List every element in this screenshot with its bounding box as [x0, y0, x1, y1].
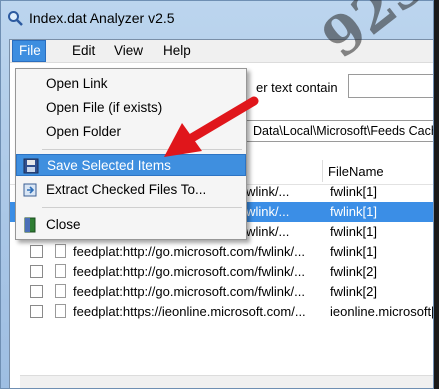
menu-view[interactable]: View — [114, 43, 143, 58]
column-header-filename[interactable]: FileName — [328, 164, 384, 179]
row-checkbox[interactable] — [30, 245, 43, 258]
menu-extract-checked[interactable]: Extract Checked Files To... — [16, 179, 246, 201]
floppy-disk-icon — [23, 158, 39, 174]
row-checkbox[interactable] — [30, 265, 43, 278]
row-checkbox[interactable] — [30, 305, 43, 318]
row-url: feedplat:http://go.microsoft.com/fwlink/… — [73, 264, 305, 279]
app-window: Index.dat Analyzer v2.5 File Edit View H… — [0, 0, 434, 389]
row-filename: fwlink[2] — [330, 264, 377, 279]
row-filename: ieonline.microsoft[1] — [330, 304, 433, 319]
filter-label: er text contain — [256, 80, 338, 95]
horizontal-scrollbar[interactable] — [20, 375, 433, 388]
row-filename: fwlink[2] — [330, 284, 377, 299]
document-icon — [55, 244, 66, 258]
magnifier-icon — [8, 11, 23, 26]
close-door-icon — [24, 217, 36, 233]
table-row[interactable]: feedplat:http://go.microsoft.com/fwlink/… — [10, 242, 433, 262]
table-row[interactable]: feedplat:http://go.microsoft.com/fwlink/… — [10, 262, 433, 282]
menu-separator — [42, 207, 242, 208]
path-field[interactable]: Data\Local\Microsoft\Feeds Cache\ — [246, 120, 433, 142]
table-row[interactable]: feedplat:http://go.microsoft.com/fwlink/… — [10, 282, 433, 302]
row-url: feedplat:http://go.microsoft.com/fwlink/… — [73, 244, 305, 259]
menu-help[interactable]: Help — [163, 43, 191, 58]
red-arrow-annotation — [164, 96, 259, 157]
row-checkbox[interactable] — [30, 285, 43, 298]
row-filename: fwlink[1] — [330, 244, 377, 259]
row-url: feedplat:https://ieonline.microsoft.com/… — [73, 304, 306, 319]
window-title: Index.dat Analyzer v2.5 — [29, 10, 175, 26]
row-filename: fwlink[1] — [330, 204, 377, 219]
table-row[interactable]: feedplat:https://ieonline.microsoft.com/… — [10, 302, 433, 322]
filter-input[interactable] — [348, 74, 433, 98]
extract-icon — [23, 183, 37, 197]
column-separator[interactable] — [322, 160, 323, 182]
document-icon — [55, 284, 66, 298]
menu-open-link[interactable]: Open Link — [16, 73, 246, 95]
row-url: feedplat:http://go.microsoft.com/fwlink/… — [73, 284, 305, 299]
menu-close[interactable]: Close — [16, 214, 246, 236]
menu-edit[interactable]: Edit — [72, 43, 95, 58]
window-edge — [434, 0, 439, 389]
document-icon — [55, 264, 66, 278]
menu-file[interactable]: File — [12, 40, 46, 62]
row-filename: fwlink[1] — [330, 184, 377, 199]
document-icon — [55, 304, 66, 318]
row-filename: fwlink[1] — [330, 224, 377, 239]
